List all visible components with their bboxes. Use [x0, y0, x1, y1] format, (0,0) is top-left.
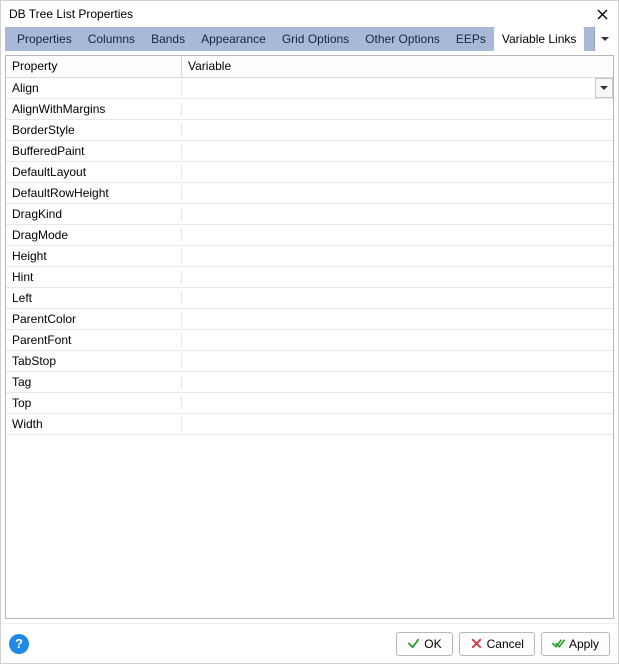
property-cell: Height	[6, 249, 182, 263]
variable-cell[interactable]	[182, 393, 613, 413]
property-cell: Top	[6, 396, 182, 410]
grid-row[interactable]: DefaultLayout	[6, 162, 613, 183]
tab-eeps[interactable]: EEPs	[448, 27, 494, 51]
tab-properties[interactable]: Properties	[9, 27, 80, 51]
tab-bar: Properties Columns Bands Appearance Grid Opt…	[5, 27, 614, 51]
tab-other-options[interactable]: Other Options	[357, 27, 448, 51]
tab-label: Properties	[17, 32, 72, 46]
variable-links-grid: Property Variable Align AlignWithMargins B…	[5, 55, 614, 619]
variable-cell[interactable]	[182, 99, 613, 119]
property-cell: DefaultRowHeight	[6, 186, 182, 200]
variable-cell[interactable]	[182, 372, 613, 392]
grid-row[interactable]: DragMode	[6, 225, 613, 246]
grid-body: Align AlignWithMargins BorderStyle Buffered…	[6, 78, 613, 618]
tab-label: Other Options	[365, 32, 440, 46]
chevron-down-icon	[601, 37, 609, 41]
apply-button[interactable]: Apply	[541, 632, 610, 656]
property-cell: Width	[6, 417, 182, 431]
variable-cell[interactable]	[182, 162, 613, 182]
variable-cell[interactable]	[182, 120, 613, 140]
tab-label: Bands	[151, 32, 185, 46]
titlebar: DB Tree List Properties	[1, 1, 618, 27]
grid-row[interactable]: Left	[6, 288, 613, 309]
grid-row[interactable]: BorderStyle	[6, 120, 613, 141]
variable-cell[interactable]	[182, 309, 613, 329]
tab-label: Appearance	[201, 32, 266, 46]
variable-cell[interactable]	[182, 414, 613, 434]
property-cell: DefaultLayout	[6, 165, 182, 179]
tab-overflow-button[interactable]	[594, 27, 614, 51]
cross-icon	[470, 637, 483, 650]
grid-row[interactable]: AlignWithMargins	[6, 99, 613, 120]
help-icon-label: ?	[15, 636, 23, 651]
ok-button-label: OK	[424, 637, 441, 651]
property-cell: ParentColor	[6, 312, 182, 326]
variable-cell[interactable]	[182, 204, 613, 224]
variable-cell[interactable]	[182, 267, 613, 287]
property-cell: Align	[6, 81, 182, 95]
tab-label: Columns	[88, 32, 135, 46]
variable-cell[interactable]	[182, 183, 613, 203]
ok-button[interactable]: OK	[396, 632, 452, 656]
property-cell: DragKind	[6, 207, 182, 221]
tab-variable-links[interactable]: Variable Links	[494, 27, 584, 51]
grid-row[interactable]: ParentColor	[6, 309, 613, 330]
tab-columns[interactable]: Columns	[80, 27, 143, 51]
property-cell: Hint	[6, 270, 182, 284]
double-check-icon	[552, 637, 565, 650]
grid-row[interactable]: TabStop	[6, 351, 613, 372]
property-cell: ParentFont	[6, 333, 182, 347]
property-cell: BufferedPaint	[6, 144, 182, 158]
variable-cell[interactable]	[182, 288, 613, 308]
property-cell: TabStop	[6, 354, 182, 368]
grid-row[interactable]: ParentFont	[6, 330, 613, 351]
property-cell: BorderStyle	[6, 123, 182, 137]
column-header-variable[interactable]: Variable	[182, 56, 613, 77]
grid-row[interactable]: Height	[6, 246, 613, 267]
grid-row[interactable]: Tag	[6, 372, 613, 393]
grid-row[interactable]: BufferedPaint	[6, 141, 613, 162]
grid-row[interactable]: DragKind	[6, 204, 613, 225]
variable-cell[interactable]	[182, 246, 613, 266]
cancel-button[interactable]: Cancel	[459, 632, 535, 656]
tab-bar-spacer	[584, 27, 590, 51]
variable-cell[interactable]	[182, 78, 613, 98]
close-button[interactable]	[592, 4, 612, 24]
check-icon	[407, 637, 420, 650]
variable-cell[interactable]	[182, 141, 613, 161]
grid-row[interactable]: Top	[6, 393, 613, 414]
apply-button-label: Apply	[569, 637, 599, 651]
grid-row[interactable]: Hint	[6, 267, 613, 288]
tab-label: Variable Links	[502, 32, 576, 46]
dialog-footer: ? OK Cancel Apply	[1, 623, 618, 663]
column-header-property[interactable]: Property	[6, 56, 182, 77]
property-cell: AlignWithMargins	[6, 102, 182, 116]
variable-dropdown-button[interactable]	[595, 78, 613, 98]
tab-label: EEPs	[456, 32, 486, 46]
grid-header: Property Variable	[6, 56, 613, 78]
variable-cell[interactable]	[182, 225, 613, 245]
cancel-button-label: Cancel	[487, 637, 524, 651]
grid-row[interactable]: Align	[6, 78, 613, 99]
property-cell: DragMode	[6, 228, 182, 242]
tab-grid-options[interactable]: Grid Options	[274, 27, 357, 51]
window-title: DB Tree List Properties	[9, 7, 592, 21]
grid-row[interactable]: Width	[6, 414, 613, 435]
tab-bands[interactable]: Bands	[143, 27, 193, 51]
grid-row[interactable]: DefaultRowHeight	[6, 183, 613, 204]
chevron-down-icon	[600, 86, 608, 90]
tab-appearance[interactable]: Appearance	[193, 27, 274, 51]
help-button[interactable]: ?	[9, 634, 29, 654]
close-icon	[597, 9, 608, 20]
tab-label: Grid Options	[282, 32, 349, 46]
property-cell: Tag	[6, 375, 182, 389]
property-cell: Left	[6, 291, 182, 305]
variable-cell[interactable]	[182, 351, 613, 371]
variable-cell[interactable]	[182, 330, 613, 350]
